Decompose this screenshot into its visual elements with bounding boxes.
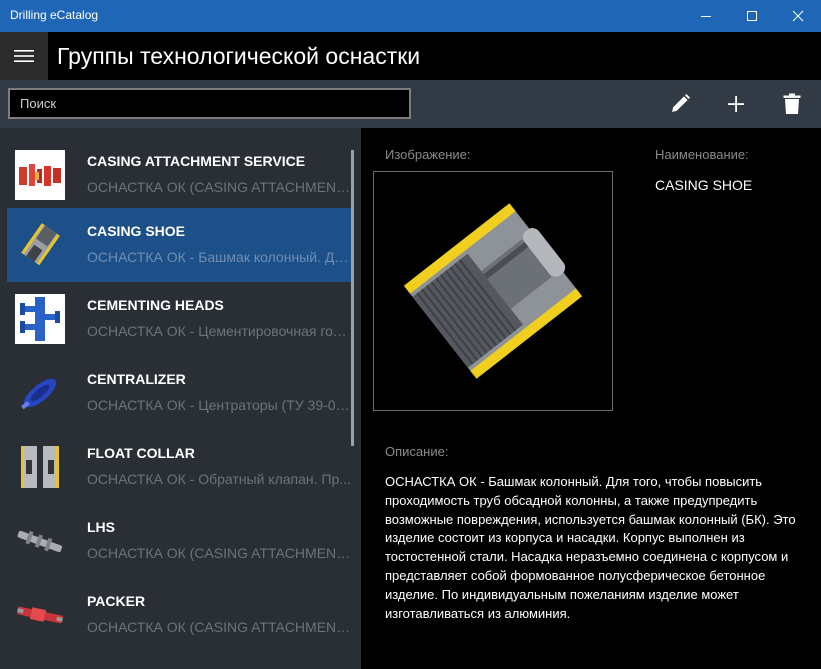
item-title: CEMENTING HEADS — [87, 297, 224, 313]
window-titlebar: Drilling eCatalog — [0, 0, 821, 32]
item-subtitle: ОСНАСТКА ОК (CASING ATTACHMENT) - ... — [87, 179, 351, 195]
name-label: Наименование: — [655, 147, 749, 162]
casing-shoe-thumbnail — [15, 220, 65, 270]
delete-button[interactable] — [776, 88, 808, 120]
delete-icon — [783, 93, 801, 114]
close-icon — [792, 10, 804, 22]
item-name-value: CASING SHOE — [655, 177, 753, 193]
toolbar — [0, 80, 821, 128]
item-subtitle: ОСНАСТКА ОК (CASING ATTACHMENT)... — [87, 545, 351, 561]
app-header: Группы технологической оснастки — [0, 32, 821, 80]
item-description: ОСНАСТКА ОК - Башмак колонный. Для того,… — [385, 474, 796, 621]
list-item-selected[interactable]: CASING SHOE ОСНАСТКА ОК - Башмак колонны… — [7, 208, 353, 282]
hamburger-icon — [14, 50, 34, 62]
item-subtitle: ОСНАСТКА ОК - Башмак колонный. Дл... — [87, 249, 351, 265]
float-collar-thumbnail — [15, 442, 65, 492]
list-item[interactable]: CEMENTING HEADS ОСНАСТКА ОК - Цементиров… — [7, 282, 353, 356]
item-subtitle: ОСНАСТКА ОК - Цементировочная гол... — [87, 323, 351, 339]
item-title: CASING ATTACHMENT SERVICE — [87, 153, 306, 169]
description-label: Описание: — [385, 444, 449, 459]
item-subtitle: ОСНАСТКА ОК (CASING ATTACHMENT)... — [87, 619, 351, 635]
casing-attachment-thumbnail — [15, 150, 65, 200]
group-list[interactable]: CASING ATTACHMENT SERVICE ОСНАСТКА ОК (C… — [0, 128, 361, 669]
list-item[interactable]: PACKER ОСНАСТКА ОК (CASING ATTACHMENT)..… — [7, 578, 353, 652]
minimize-button[interactable] — [683, 0, 729, 32]
item-subtitle: ОСНАСТКА ОК - Центраторы (ТУ 39-01... — [87, 397, 351, 413]
list-item[interactable]: FLOAT COLLAR ОСНАСТКА ОК - Обратный клап… — [7, 430, 353, 504]
list-item[interactable]: LHS ОСНАСТКА ОК (CASING ATTACHMENT)... — [7, 504, 353, 578]
cementing-heads-thumbnail — [15, 294, 65, 344]
add-button[interactable] — [720, 88, 752, 120]
hamburger-menu-button[interactable] — [0, 32, 48, 80]
item-image — [373, 171, 613, 411]
item-title: CASING SHOE — [87, 223, 186, 239]
list-item[interactable]: CENTRALIZER ОСНАСТКА ОК - Центраторы (ТУ… — [7, 356, 353, 430]
item-title: LHS — [87, 519, 115, 535]
lhs-thumbnail — [15, 516, 65, 566]
centralizer-thumbnail — [15, 368, 65, 418]
maximize-icon — [747, 11, 757, 21]
edit-icon — [672, 94, 690, 112]
maximize-button[interactable] — [729, 0, 775, 32]
image-label: Изображение: — [385, 147, 471, 162]
item-title: PACKER — [87, 593, 146, 609]
packer-thumbnail — [15, 590, 65, 640]
window-title: Drilling eCatalog — [10, 8, 99, 22]
add-icon — [728, 96, 744, 112]
item-title: CENTRALIZER — [87, 371, 186, 387]
item-subtitle: ОСНАСТКА ОК - Обратный клапан. Пр... — [87, 471, 351, 487]
edit-button[interactable] — [664, 88, 696, 120]
list-scrollbar[interactable] — [351, 150, 354, 446]
detail-pane: Изображение: Наименование: CASING SHOE О… — [361, 128, 821, 669]
search-input[interactable] — [8, 88, 411, 119]
item-title: FLOAT COLLAR — [87, 445, 195, 461]
list-item[interactable]: CASING ATTACHMENT SERVICE ОСНАСТКА ОК (C… — [7, 138, 353, 212]
minimize-icon — [701, 16, 711, 17]
close-button[interactable] — [775, 0, 821, 32]
page-title: Группы технологической оснастки — [57, 43, 421, 69]
